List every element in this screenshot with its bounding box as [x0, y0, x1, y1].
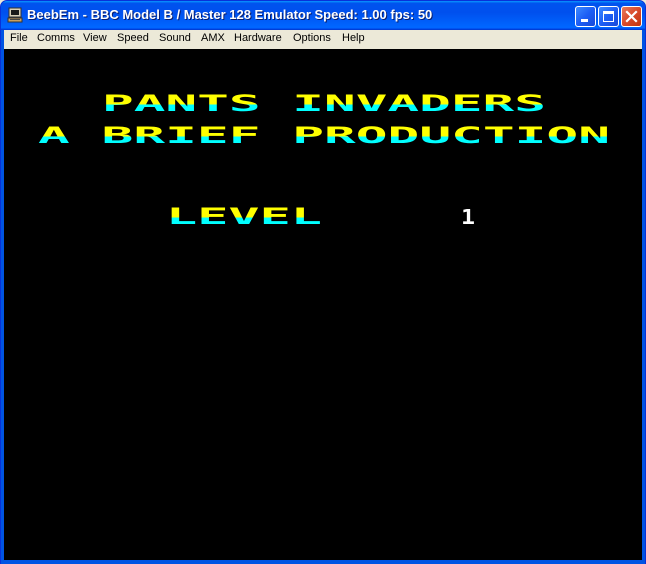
maximize-icon: [603, 11, 614, 22]
level-value: 1: [461, 205, 475, 229]
title-line-1: PANTS INVADERS: [102, 92, 546, 117]
menu-comms[interactable]: Comms: [37, 32, 75, 44]
title-line-2: A BRIEF PRODUCTION: [38, 124, 610, 149]
menu-view[interactable]: View: [83, 32, 107, 44]
menu-hardware[interactable]: Hardware: [234, 32, 282, 44]
close-button[interactable]: [621, 6, 642, 27]
menu-bar: File Comms View Speed Sound AMX Hardware…: [4, 30, 642, 49]
window-border: [1, 560, 645, 564]
emulator-screen[interactable]: PANTS INVADERS A BRIEF PRODUCTION LEVEL 1: [4, 49, 642, 560]
window-title: BeebEm - BBC Model B / Master 128 Emulat…: [27, 7, 433, 22]
bbc-computer-icon[interactable]: [7, 7, 23, 23]
close-icon: [625, 10, 638, 23]
minimize-button[interactable]: [575, 6, 596, 27]
menu-options[interactable]: Options: [293, 32, 331, 44]
minimize-icon: [581, 19, 588, 22]
game-display: PANTS INVADERS A BRIEF PRODUCTION LEVEL 1: [38, 92, 610, 230]
menu-file[interactable]: File: [10, 32, 28, 44]
menu-speed[interactable]: Speed: [117, 32, 149, 44]
level-label: LEVEL: [166, 205, 322, 230]
menu-amx[interactable]: AMX: [201, 32, 225, 44]
menu-sound[interactable]: Sound: [159, 32, 191, 44]
maximize-button[interactable]: [598, 6, 619, 27]
menu-help[interactable]: Help: [342, 32, 365, 44]
title-bar[interactable]: BeebEm - BBC Model B / Master 128 Emulat…: [1, 1, 645, 30]
emulator-window: BeebEm - BBC Model B / Master 128 Emulat…: [0, 0, 646, 564]
